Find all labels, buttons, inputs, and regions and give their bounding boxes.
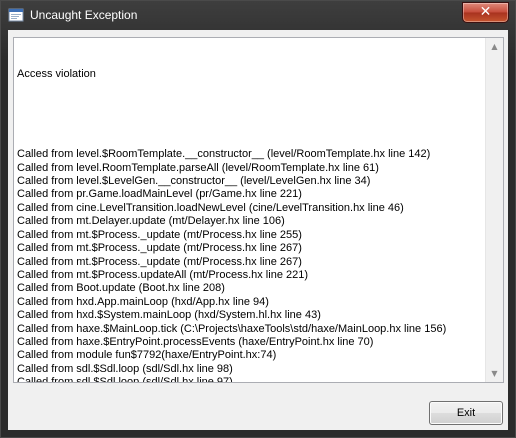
scroll-down-arrow-icon[interactable]: ▼ [486,365,503,382]
exit-button[interactable]: Exit [429,401,503,425]
scroll-up-arrow-icon[interactable]: ▲ [486,38,503,55]
stack-trace-line: Called from sdl.$Sdl.loop (sdl/Sdl.hx li… [17,362,233,375]
stack-trace-line: Called from level.$RoomTemplate.__constr… [17,148,431,161]
stack-trace-line: Called from module fun$7792(haxe/EntryPo… [17,349,277,362]
stack-trace-line: Called from haxe.$MainLoop.tick (C:\Proj… [17,322,447,335]
stack-trace-line: Called from cine.LevelTransition.loadNew… [17,201,404,214]
stack-trace-line: Called from Boot.update (Boot.hx line 20… [17,282,225,295]
error-text: Access violation ​ Called from level.$Ro… [17,41,487,383]
stack-trace-line: Called from hxd.App.mainLoop (hxd/App.hx… [17,295,269,308]
window-title: Uncaught Exception [30,8,138,22]
stack-trace-line: Called from pr.Game.loadMainLevel (pr/Ga… [17,188,302,201]
error-text-area[interactable]: Access violation ​ Called from level.$Ro… [13,37,504,383]
application-icon [8,8,24,22]
blank-line: ​ [17,108,487,121]
stack-trace-line: Called from mt.Delayer.update (mt/Delaye… [17,215,285,228]
vertical-scrollbar[interactable]: ▲ ▼ [485,38,503,382]
stack-trace-line: Called from hxd.$System.mainLoop (hxd/Sy… [17,309,321,322]
title-bar[interactable]: Uncaught Exception ✕ [1,1,515,29]
stack-trace-line: Called from level.RoomTemplate.parseAll … [17,161,379,174]
stack-trace-line: Called from mt.$Process._update (mt/Proc… [17,228,302,241]
exception-window: Uncaught Exception ✕ Access violation ​ … [0,0,516,438]
error-message: Access violation [17,67,96,80]
stack-trace-line: Called from mt.$Process._update (mt/Proc… [17,255,302,268]
stack-trace: Called from level.$RoomTemplate.__constr… [17,148,487,383]
close-button[interactable]: ✕ [462,2,509,23]
stack-trace-line: Called from mt.$Process._update (mt/Proc… [17,242,302,255]
stack-trace-line: Called from haxe.$EntryPoint.processEven… [17,335,374,348]
stack-trace-line: Called from mt.$Process.updateAll (mt/Pr… [17,268,309,281]
stack-trace-line: Called from level.$LevelGen.__constructo… [17,175,371,188]
close-icon: ✕ [479,4,492,20]
stack-trace-line: Called from sdl.$Sdl.loop (sdl/Sdl.hx li… [17,376,233,383]
dialog-body: Access violation ​ Called from level.$Ro… [8,30,508,430]
